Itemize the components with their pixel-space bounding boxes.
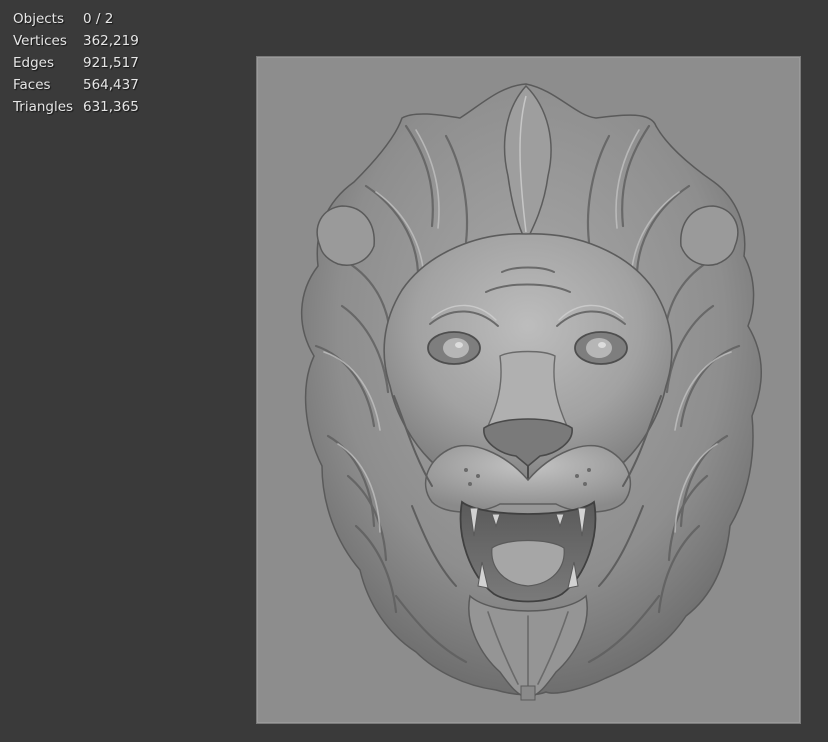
stat-value: 362,219 bbox=[83, 33, 139, 49]
stat-value: 564,437 bbox=[83, 77, 139, 93]
stat-value: 0 / 2 bbox=[83, 11, 114, 27]
stat-edges: Edges 921,517 bbox=[13, 52, 139, 74]
stat-label: Edges bbox=[13, 55, 55, 71]
stat-value: 631,365 bbox=[83, 99, 139, 115]
stat-label: Faces bbox=[13, 77, 51, 93]
stat-label: Objects bbox=[13, 11, 65, 27]
mount-stub bbox=[520, 685, 536, 701]
stat-label: Vertices bbox=[13, 33, 67, 49]
statistics-overlay: Objects 0 / 2 Vertices 362,219 Edges 921… bbox=[13, 8, 139, 118]
stat-value: 921,517 bbox=[83, 55, 139, 71]
3d-viewport[interactable]: Objects 0 / 2 Vertices 362,219 Edges 921… bbox=[0, 0, 828, 742]
stat-label: Triangles bbox=[13, 99, 74, 115]
stat-faces: Faces 564,437 bbox=[13, 74, 139, 96]
stat-objects: Objects 0 / 2 bbox=[13, 8, 139, 30]
lion-head-relief-icon[interactable] bbox=[256, 56, 799, 722]
stat-triangles: Triangles 631,365 bbox=[13, 96, 139, 118]
stat-vertices: Vertices 362,219 bbox=[13, 30, 139, 52]
